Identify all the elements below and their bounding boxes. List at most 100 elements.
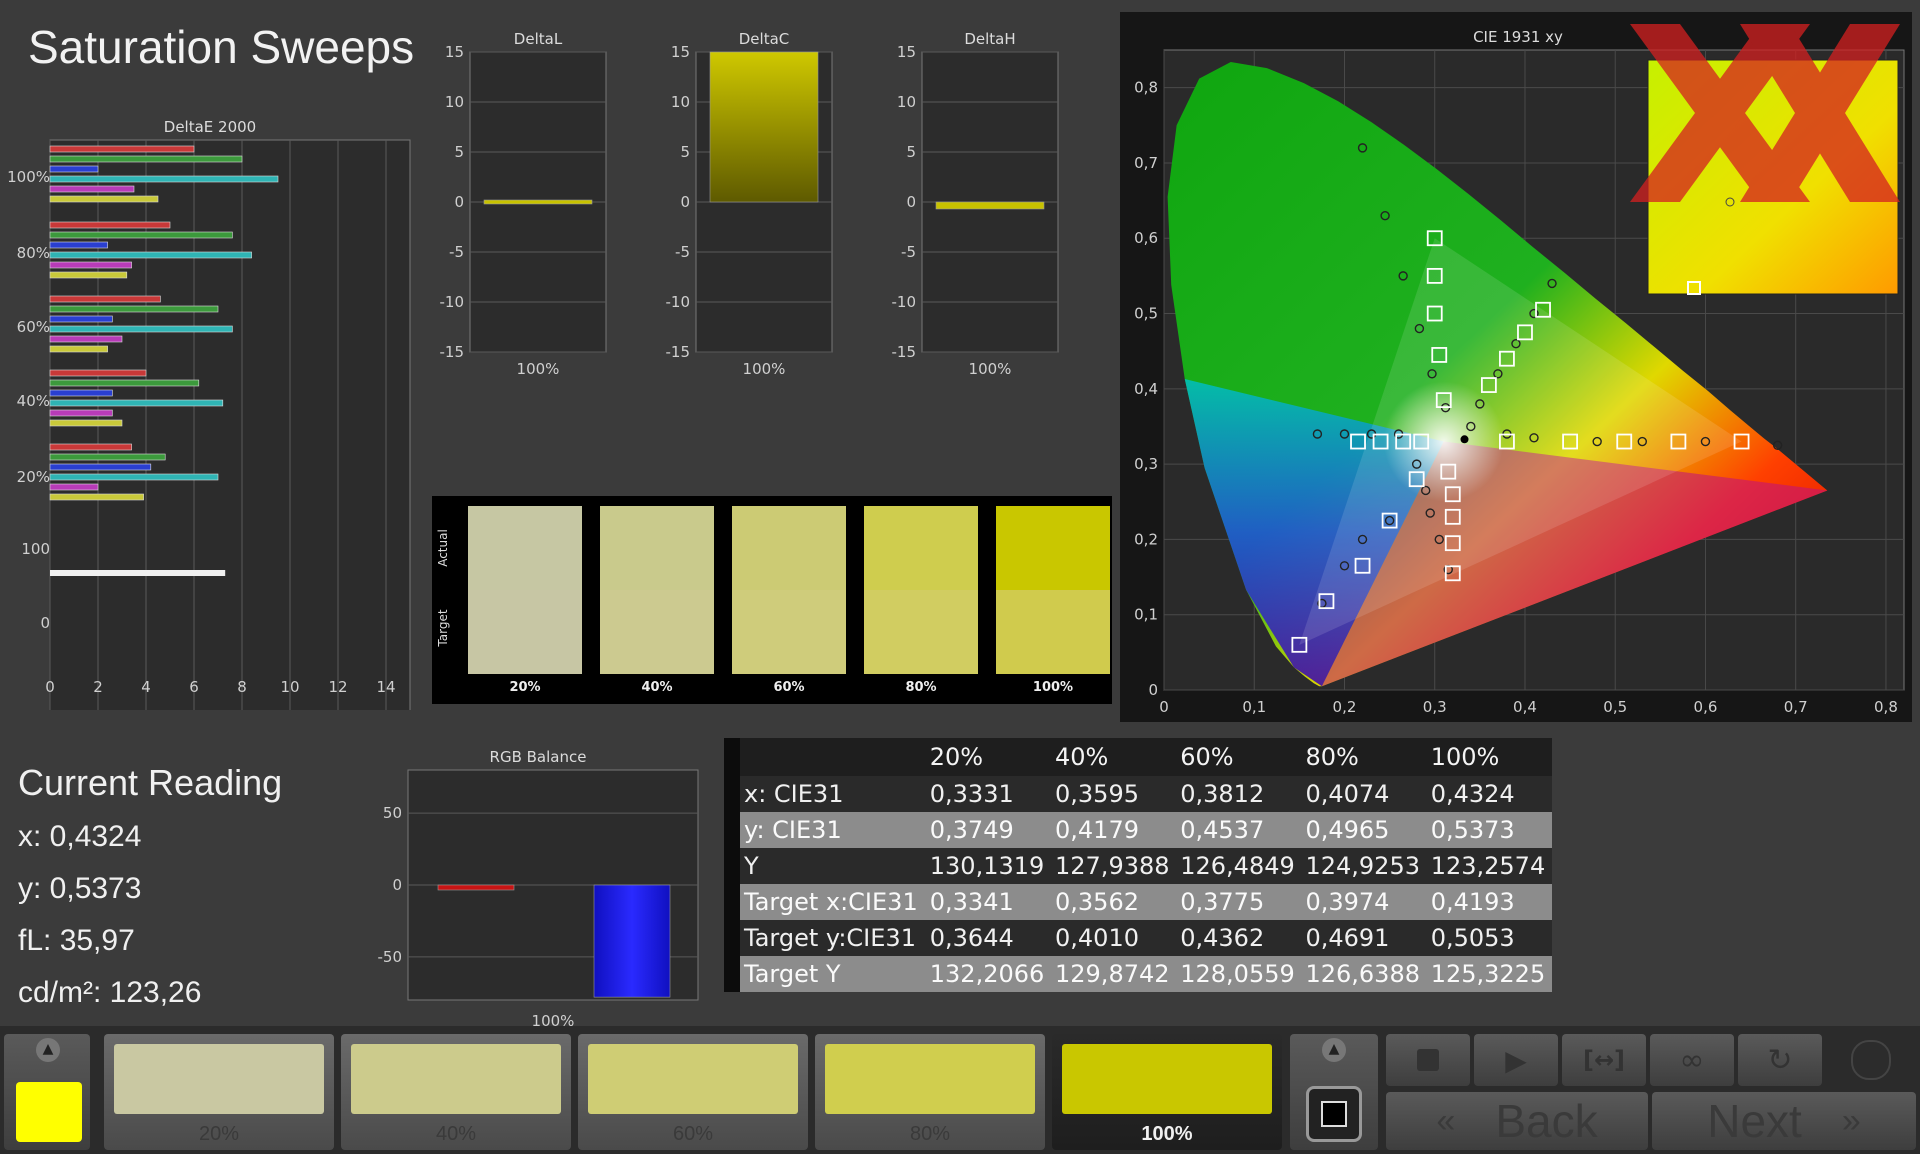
target-swatch xyxy=(996,590,1110,674)
table-header: 80% xyxy=(1301,738,1427,776)
table-cell: Target y:CIE31 xyxy=(740,920,926,956)
table-header: 40% xyxy=(1051,738,1177,776)
deltae-bar xyxy=(49,369,147,377)
deltae-x-tick: 8 xyxy=(237,678,247,696)
deltae-bar xyxy=(49,175,279,183)
current-reading-title: Current Reading xyxy=(18,762,283,803)
table-cell: 0,3974 xyxy=(1301,884,1427,920)
refresh-button[interactable]: ↻ xyxy=(1738,1034,1822,1086)
rgb-balance-title: RGB Balance xyxy=(490,748,587,766)
current-color-button[interactable]: ▲ xyxy=(4,1034,90,1150)
table-header: 100% xyxy=(1426,738,1552,776)
step-button-60[interactable]: 60% xyxy=(578,1034,808,1150)
pattern-button[interactable]: ▲ xyxy=(1290,1034,1378,1150)
step-button-100[interactable]: 100% xyxy=(1052,1034,1282,1150)
deltae-bar xyxy=(49,315,113,323)
swatch-column: 20% xyxy=(468,506,582,702)
deltae-bar xyxy=(49,325,233,333)
table-cell: x: CIE31 xyxy=(740,776,926,812)
actual-label: Actual xyxy=(436,529,450,567)
cie-x-tick: 0 xyxy=(1159,698,1169,716)
swatch-column: 80% xyxy=(864,506,978,702)
delta-chart-title: DeltaL xyxy=(514,30,563,48)
swatch-column: 40% xyxy=(600,506,714,702)
step-label: 80% xyxy=(909,1123,951,1145)
cie-y-tick: 0,8 xyxy=(1134,79,1158,97)
deltae-bar xyxy=(49,409,113,417)
table-cell: 0,4362 xyxy=(1176,920,1302,956)
deltae-bar xyxy=(49,483,99,491)
step-label: 20% xyxy=(198,1123,240,1145)
deltae-bar xyxy=(49,453,166,461)
deltae-x-tick: 6 xyxy=(189,678,199,696)
delta-y-tick: -15 xyxy=(666,343,691,361)
actual-swatch xyxy=(468,506,582,590)
step-swatch xyxy=(1062,1044,1272,1114)
table-cell: 0,3812 xyxy=(1176,776,1302,812)
measurement-table: 20% 40% 60% 80% 100% x: CIE31 0,3331 0,3595 0,3… xyxy=(724,738,1552,992)
deltae-bar xyxy=(49,195,159,203)
up-arrow-icon[interactable]: ▲ xyxy=(36,1038,60,1062)
row-marker xyxy=(724,956,740,992)
deltae-bar xyxy=(49,335,123,343)
loop-button[interactable]: ∞ xyxy=(1650,1034,1734,1086)
table-cell: 124,9253 xyxy=(1301,848,1427,884)
deltae-bar xyxy=(49,419,123,427)
table-cell: 126,4849 xyxy=(1176,848,1302,884)
swatch-column: 100% xyxy=(996,506,1110,702)
rgb-y-tick: -50 xyxy=(378,948,403,966)
page-title: Saturation Sweeps xyxy=(28,21,415,73)
delta-bar xyxy=(483,199,593,205)
table-row: Target y:CIE31 0,3644 0,4010 0,4362 0,4691 0,… xyxy=(724,920,1552,956)
delta-y-tick: 5 xyxy=(454,143,464,161)
reading-x: x: 0,4324 xyxy=(18,820,142,853)
table-header xyxy=(740,738,926,776)
delta-y-tick: -10 xyxy=(892,293,917,311)
play-button[interactable]: ▶ xyxy=(1474,1034,1558,1086)
fit-button[interactable]: [↔] xyxy=(1562,1034,1646,1086)
row-marker xyxy=(724,920,740,956)
delta-x-label: 100% xyxy=(969,360,1012,378)
swatch-label: 80% xyxy=(905,680,937,695)
step-button-20[interactable]: 20% xyxy=(104,1034,334,1150)
deltae-row-label: 100 xyxy=(21,540,50,558)
table-cell: 128,0559 xyxy=(1176,956,1302,992)
swatch-label: 100% xyxy=(1032,680,1074,695)
step-swatch xyxy=(351,1044,561,1114)
delta-chart-title: DeltaH xyxy=(964,30,1015,48)
cie-x-tick: 0,4 xyxy=(1513,698,1537,716)
actual-swatch xyxy=(600,506,714,590)
table-cell: 0,5373 xyxy=(1426,812,1552,848)
delta-y-tick: 5 xyxy=(680,143,690,161)
table-cell: 130,1319 xyxy=(925,848,1051,884)
deltae-bar xyxy=(49,345,108,353)
deltae-bar xyxy=(49,295,161,303)
table-cell: 129,8742 xyxy=(1051,956,1177,992)
table-cell: 0,4965 xyxy=(1301,812,1427,848)
table-cell: 0,4324 xyxy=(1426,776,1552,812)
cie-x-tick: 0,1 xyxy=(1242,698,1266,716)
stop-button[interactable] xyxy=(1386,1034,1470,1086)
deltae-bar xyxy=(49,305,219,313)
next-button[interactable]: Next » xyxy=(1652,1092,1916,1150)
step-button-80[interactable]: 80% xyxy=(815,1034,1045,1150)
cie-y-tick: 0,1 xyxy=(1134,606,1158,624)
delta-y-tick: 15 xyxy=(671,43,690,61)
step-button-40[interactable]: 40% xyxy=(341,1034,571,1150)
stop-square-icon xyxy=(1306,1086,1362,1142)
play-icon: ▶ xyxy=(1505,1043,1527,1077)
up-arrow-icon-2[interactable]: ▲ xyxy=(1322,1038,1346,1062)
rgb-y-tick: 50 xyxy=(383,804,402,822)
deltae-bar xyxy=(49,185,135,193)
delta-y-tick: 10 xyxy=(671,93,690,111)
delta-x-label: 100% xyxy=(743,360,786,378)
table-cell: 126,6388 xyxy=(1301,956,1427,992)
cie-y-tick: 0,7 xyxy=(1134,154,1158,172)
back-button[interactable]: « Back xyxy=(1386,1092,1648,1150)
table-cell: 0,3595 xyxy=(1051,776,1177,812)
deltae-chart: DeltaE 2000 0 2 4 6 8 10 12 14 100% 80% 60% 40% 20% 1… xyxy=(7,118,411,710)
cie-y-tick: 0,2 xyxy=(1134,530,1158,548)
swatch-label: 20% xyxy=(509,680,541,695)
delta-y-tick: 5 xyxy=(906,143,916,161)
cie-y-tick: 0 xyxy=(1148,681,1158,699)
